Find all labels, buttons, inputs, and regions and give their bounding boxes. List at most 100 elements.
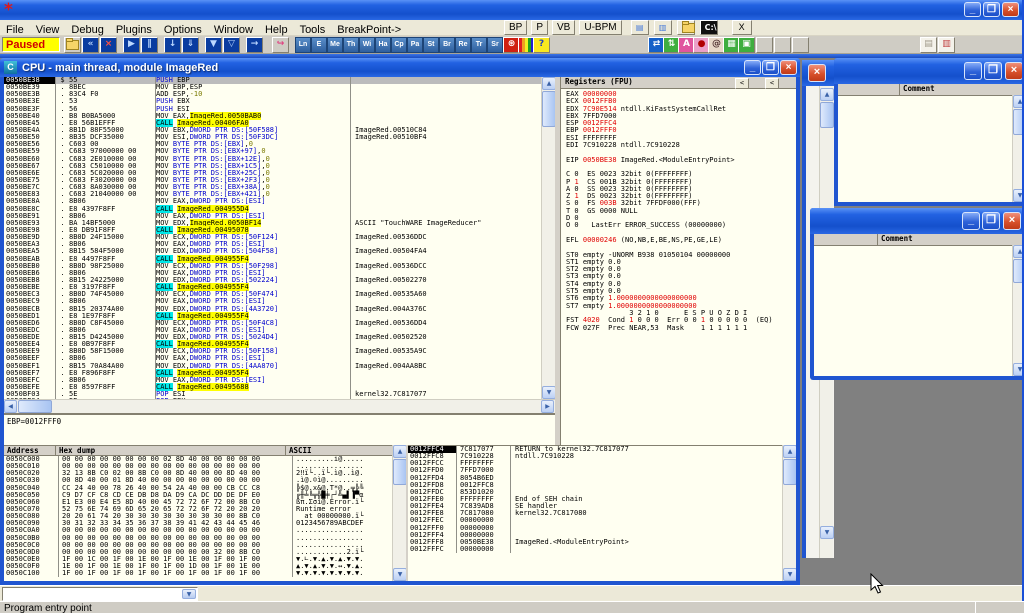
pane-button-cp[interactable]: Cp xyxy=(391,37,407,53)
help-icon[interactable]: ? xyxy=(533,37,550,53)
disassembly-hscrollbar[interactable]: ◀ ▶ xyxy=(4,399,555,413)
window-icon[interactable]: ▣ xyxy=(738,37,755,53)
window-close-button[interactable]: × xyxy=(1003,212,1021,230)
register-line[interactable]: O 0 LastErr ERROR_SUCCESS (00000000) xyxy=(566,222,794,229)
pane-button-st[interactable]: St xyxy=(423,37,439,53)
bp-close-button[interactable]: X xyxy=(732,20,752,35)
bp-button-u-bpm[interactable]: U-BPM xyxy=(579,20,621,35)
maximize-button[interactable]: ❐ xyxy=(983,2,1000,17)
bp-button-bp[interactable]: BP xyxy=(504,20,527,35)
register-line[interactable]: EFL 00000246 (NO,NB,E,BE,NS,PE,GE,LE) xyxy=(566,237,794,244)
blank-button[interactable] xyxy=(774,37,791,53)
window-minimize-button[interactable]: _ xyxy=(962,212,980,230)
bp-button-p[interactable]: P xyxy=(531,20,548,35)
disasm-row[interactable]: 0050BEFE.E8 8597F8FFCALL ImageRed.004956… xyxy=(4,384,541,391)
menu-item-help[interactable]: Help xyxy=(259,23,294,37)
pane-button-ln[interactable]: Ln xyxy=(295,37,311,53)
blank-button[interactable] xyxy=(792,37,809,53)
dump-header-ascii[interactable]: ASCII xyxy=(286,446,392,455)
dump-header-hex[interactable]: Hex dump xyxy=(56,446,286,455)
layout-one-icon[interactable]: ▤ xyxy=(920,37,937,53)
background-window-close-button[interactable]: × xyxy=(808,64,826,82)
pane-button-e[interactable]: E xyxy=(311,37,327,53)
window-maximize-button[interactable]: ❐ xyxy=(982,212,1000,230)
disasm-row[interactable]: 0050BE3E.53PUSH EBX xyxy=(4,98,541,105)
scroll-down-icon[interactable]: ▼ xyxy=(393,568,407,581)
pane-button-tr[interactable]: Tr xyxy=(471,37,487,53)
scroll-thumb[interactable] xyxy=(393,459,407,485)
stack-scrollbar[interactable]: ▲ ▼ xyxy=(782,445,796,581)
register-line[interactable]: FCW 027F Prec NEAR,53 Mask 1 1 1 1 1 1 xyxy=(566,325,794,332)
scroll-down-icon[interactable]: ▼ xyxy=(820,526,834,539)
dump-pane[interactable]: 0050C00000 00 00 00 00 00 00 00 02 8D 40… xyxy=(4,456,392,581)
scroll-right-icon[interactable]: ▶ xyxy=(541,400,554,413)
pane-button-ha[interactable]: Ha xyxy=(375,37,391,53)
cpu-window-titlebar[interactable]: C CPU - main thread, module ImageRed _ ❐… xyxy=(0,58,800,77)
menu-item-window[interactable]: Window xyxy=(208,23,259,37)
pane-button-th[interactable]: Th xyxy=(343,37,359,53)
menu-item-plugins[interactable]: Plugins xyxy=(110,23,158,37)
scroll-up-icon[interactable]: ▲ xyxy=(542,77,556,90)
window-minimize-button[interactable]: _ xyxy=(964,62,982,80)
scroll-down-icon[interactable]: ▼ xyxy=(542,386,556,399)
window-close-button[interactable]: × xyxy=(1005,62,1023,80)
dump-header-address[interactable]: Address xyxy=(4,446,56,455)
comment-window-titlebar[interactable]: _ ❐ × xyxy=(810,208,1024,234)
open-file-icon[interactable] xyxy=(64,37,81,53)
stack-row[interactable]: 0012FFFC00000000 xyxy=(408,546,782,553)
cpu-close-button[interactable]: × xyxy=(780,60,797,75)
disassembly-scrollbar[interactable]: ▲ ▼ xyxy=(541,77,555,399)
column-blank[interactable] xyxy=(814,234,878,245)
comment-window-titlebar[interactable]: _ ❐ × xyxy=(834,58,1024,84)
scroll-up-icon[interactable]: ▲ xyxy=(393,445,407,458)
disasm-row[interactable]: 0050BE3B.83C4 F0ADD ESP,-10 xyxy=(4,91,541,98)
column-blank[interactable] xyxy=(838,84,900,95)
cpu-maximize-button[interactable]: ❐ xyxy=(762,60,779,75)
column-comment[interactable]: Comment xyxy=(900,84,1024,95)
pane-button-re[interactable]: Re xyxy=(455,37,471,53)
pane-button-pa[interactable]: Pa xyxy=(407,37,423,53)
register-line[interactable]: T 0 GS 0000 NULL xyxy=(566,208,794,215)
step-over-icon[interactable]: ⇓ xyxy=(182,37,199,53)
close-button[interactable]: × xyxy=(1002,2,1019,17)
dump-row[interactable]: 0050C1001F 00 1F 00 1F 00 1F 00 1F 00 1F… xyxy=(4,570,392,577)
stack-pane[interactable]: 0012FFC47C817077RETURN to kernel32.7C817… xyxy=(408,445,782,581)
restart-icon[interactable]: « xyxy=(82,37,99,53)
trace-over-icon[interactable]: ▽ xyxy=(223,37,240,53)
run-icon[interactable]: ▶ xyxy=(123,37,140,53)
menu-item-view[interactable]: View xyxy=(30,23,66,37)
pane-button-br[interactable]: Br xyxy=(439,37,455,53)
command-input[interactable]: ▼ xyxy=(2,587,198,601)
minimize-button[interactable]: _ xyxy=(964,2,981,17)
folder-icon[interactable] xyxy=(677,20,695,35)
scroll-down-icon[interactable]: ▼ xyxy=(783,568,796,581)
registers-prev-icon[interactable]: < xyxy=(735,78,749,89)
menu-item-options[interactable]: Options xyxy=(158,23,208,37)
menu-item-tools[interactable]: Tools xyxy=(294,23,332,37)
till-return-icon[interactable]: → xyxy=(246,37,263,53)
save-icon[interactable]: ▥ xyxy=(654,20,672,35)
menu-item-breakpoint[interactable]: BreakPoint-> xyxy=(331,23,407,37)
window-maximize-button[interactable]: ❐ xyxy=(984,62,1002,80)
layout-two-icon[interactable]: ▥ xyxy=(938,37,955,53)
scroll-thumb[interactable] xyxy=(18,400,52,413)
scroll-left-icon[interactable]: ◀ xyxy=(4,400,17,413)
disasm-row[interactable]: 0050BF03.5EPOP ESIkernel32.7C817077 xyxy=(4,391,541,398)
chevron-down-icon[interactable]: ▼ xyxy=(182,589,196,599)
pause-icon[interactable]: ∥ xyxy=(141,37,158,53)
cpu-minimize-button[interactable]: _ xyxy=(744,60,761,75)
scroll-thumb[interactable] xyxy=(542,91,556,127)
pane-button-me[interactable]: Me xyxy=(327,37,343,53)
scroll-up-icon[interactable]: ▲ xyxy=(783,445,796,458)
register-line[interactable]: EDI 7C910228 ntdll.7C910228 xyxy=(566,142,794,149)
trace-into-icon[interactable]: ▼ xyxy=(205,37,222,53)
step-into-icon[interactable]: ↓ xyxy=(164,37,181,53)
dump-scrollbar[interactable]: ▲ ▼ xyxy=(392,445,406,581)
disassembly-pane[interactable]: 0050BE38$55PUSH EBP0050BE39.8BECMOV EBP,… xyxy=(4,77,541,399)
close-program-icon[interactable]: × xyxy=(100,37,117,53)
column-comment[interactable]: Comment xyxy=(878,234,1024,245)
scroll-up-icon[interactable]: ▲ xyxy=(820,88,834,101)
pane-button-sr[interactable]: Sr xyxy=(487,37,503,53)
menu-item-debug[interactable]: Debug xyxy=(65,23,109,37)
registers-pane[interactable]: Registers (FPU) < < EAX 00000000ECX 0012… xyxy=(560,77,796,445)
